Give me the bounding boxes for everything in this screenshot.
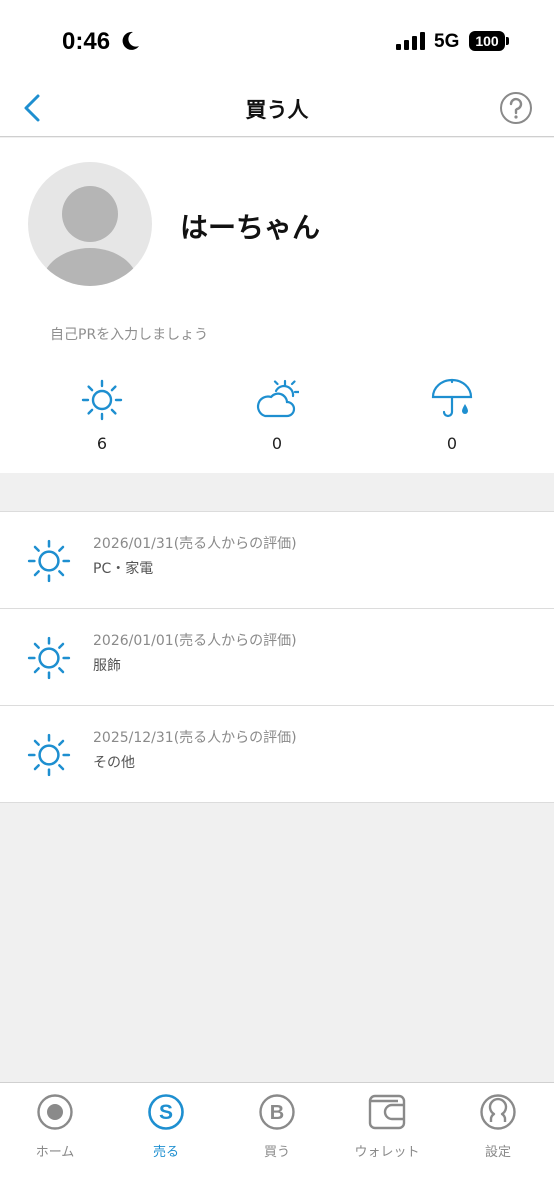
- settings-icon: [480, 1094, 516, 1130]
- rating-normal: 0: [237, 378, 317, 458]
- sun-icon: [27, 733, 71, 777]
- tab-settings[interactable]: 設定: [443, 1091, 553, 1161]
- cloud-sun-icon: [256, 379, 299, 418]
- network-label: 5G: [434, 31, 460, 52]
- rating-good: 6: [62, 378, 142, 458]
- tab-home[interactable]: ホーム: [0, 1091, 110, 1161]
- profile-card: はーちゃん 自己PRを入力しましょう 6 0 0: [0, 138, 554, 473]
- battery-level: 100: [469, 31, 505, 51]
- home-icon: [37, 1094, 73, 1130]
- sun-icon: [27, 636, 71, 680]
- buy-icon: B: [259, 1094, 295, 1130]
- signal-icon: [396, 32, 425, 50]
- page-title: 買う人: [245, 98, 309, 122]
- umbrella-icon: [431, 378, 473, 418]
- tab-buy[interactable]: B 買う: [222, 1091, 332, 1161]
- svg-text:B: B: [270, 1102, 284, 1124]
- battery-icon: 100: [469, 31, 509, 51]
- status-bar: 0:46 5G 100: [0, 0, 554, 80]
- tab-sell-label: 売る: [152, 1145, 179, 1160]
- help-button[interactable]: [499, 91, 533, 125]
- self-pr-prompt[interactable]: 自己PRを入力しましょう: [50, 324, 208, 344]
- list-item[interactable]: 2025/12/31(売る人からの評価) その他: [0, 706, 554, 803]
- tab-bar: ホーム S 売る B 買う ウォレット 設定: [0, 1082, 554, 1200]
- svg-text:S: S: [159, 1101, 173, 1124]
- sun-icon: [27, 539, 71, 583]
- user-name: はーちゃん: [180, 211, 321, 244]
- review-date: 2026/01/01(売る人からの評価): [93, 633, 297, 649]
- review-date: 2026/01/31(売る人からの評価): [93, 536, 297, 552]
- status-time: 0:46: [62, 28, 111, 55]
- tab-buy-label: 買う: [263, 1145, 290, 1160]
- rating-bad: 0: [412, 378, 492, 458]
- review-category: PC・家電: [93, 561, 154, 577]
- tab-wallet-label: ウォレット: [354, 1145, 420, 1160]
- avatar: [28, 162, 152, 286]
- wallet-icon: [368, 1094, 406, 1130]
- rating-good-count: 6: [96, 434, 108, 453]
- header: 買う人: [0, 80, 554, 137]
- sun-icon: [81, 379, 123, 421]
- list-item[interactable]: 2026/01/01(売る人からの評価) 服飾: [0, 609, 554, 706]
- tab-settings-label: 設定: [484, 1145, 511, 1160]
- review-date: 2025/12/31(売る人からの評価): [93, 730, 297, 746]
- review-category: その他: [93, 755, 135, 771]
- tab-wallet[interactable]: ウォレット: [332, 1091, 442, 1161]
- review-list: 2026/01/31(売る人からの評価) PC・家電 2026/01/01(売る…: [0, 511, 554, 803]
- rating-normal-count: 0: [271, 434, 283, 453]
- rating-bad-count: 0: [446, 434, 458, 453]
- moon-icon: [122, 31, 139, 50]
- tab-home-label: ホーム: [35, 1145, 75, 1160]
- list-item[interactable]: 2026/01/31(売る人からの評価) PC・家電: [0, 512, 554, 609]
- sell-icon: S: [148, 1094, 184, 1130]
- review-category: 服飾: [93, 658, 121, 674]
- tab-sell[interactable]: S 売る: [111, 1091, 221, 1161]
